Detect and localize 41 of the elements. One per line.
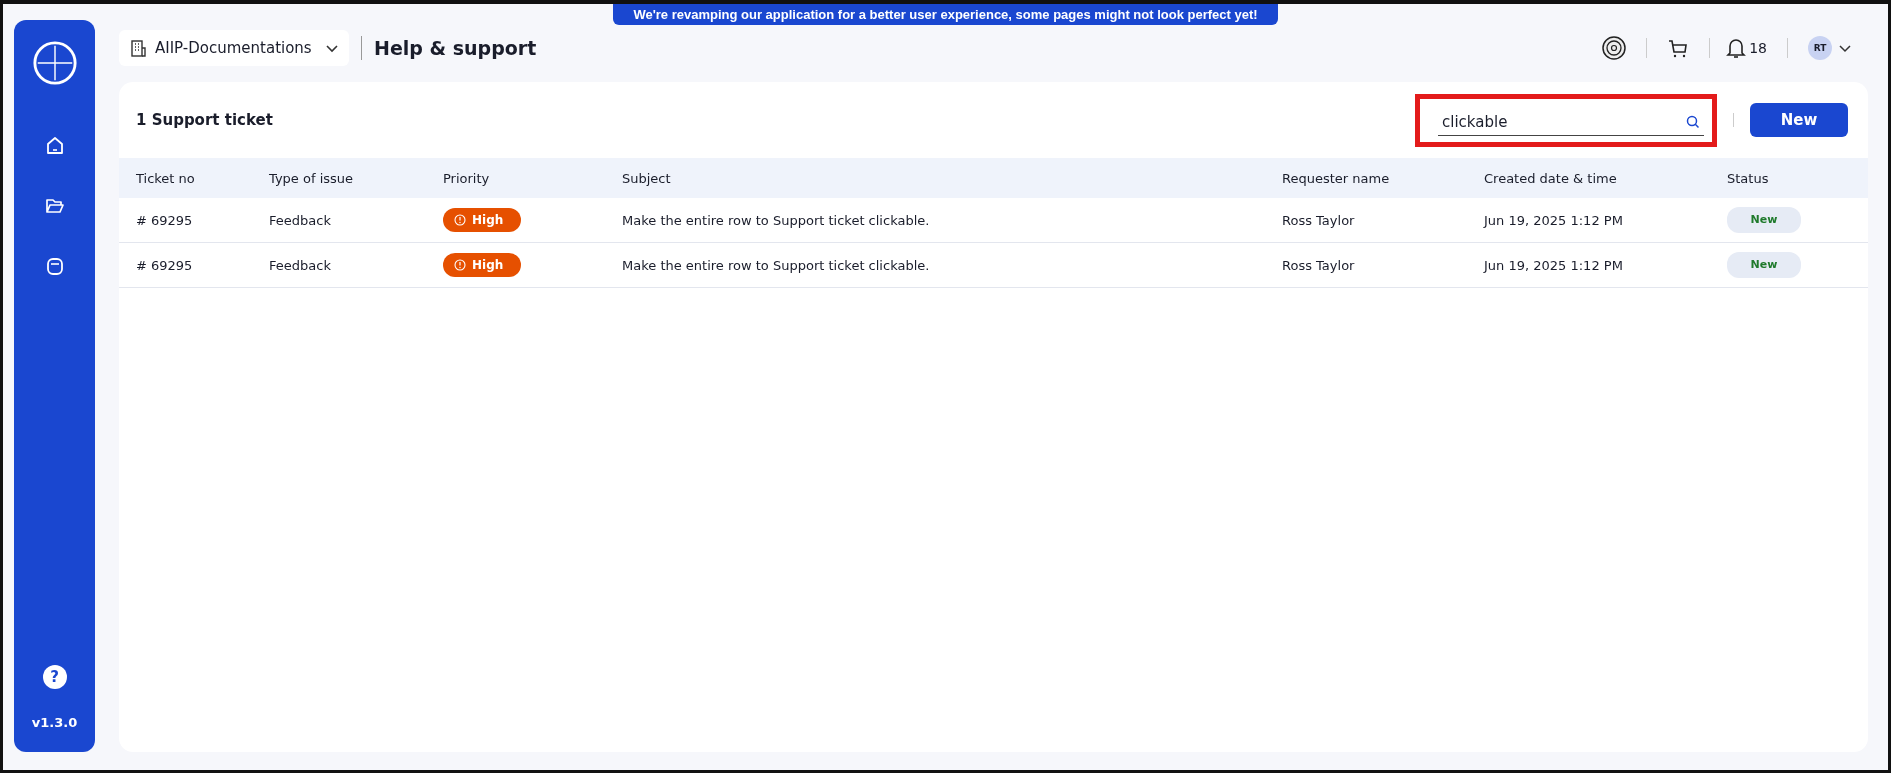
table-cell: Feedback xyxy=(269,257,331,273)
priority-badge: High xyxy=(443,208,521,232)
announcement-banner: We're revamping our application for a better user experience, some pages might not look perfect yet! xyxy=(613,4,1278,25)
search-field[interactable]: clickable xyxy=(1438,110,1704,136)
version-label: v1.3.0 xyxy=(31,715,78,730)
table-cell: Jun 19, 2025 1:12 PM xyxy=(1484,212,1623,228)
user-avatar[interactable]: RT xyxy=(1808,36,1832,60)
priority-badge: High xyxy=(443,253,521,277)
column-header: Created date & time xyxy=(1484,170,1617,186)
ticket-count-heading: 1 Support ticket xyxy=(136,111,273,129)
table-cell: # 69295 xyxy=(136,257,193,273)
building-icon xyxy=(129,39,147,57)
column-header: Ticket no xyxy=(136,170,195,186)
column-header: Status xyxy=(1727,170,1769,186)
workspace-dropdown[interactable]: AIIP-Documentations xyxy=(119,30,349,66)
column-header: Subject xyxy=(622,170,671,186)
table-cell: Ross Taylor xyxy=(1282,257,1355,273)
column-header: Type of issue xyxy=(269,170,354,186)
status-badge: New xyxy=(1727,252,1801,278)
notification-count: 18 xyxy=(1749,40,1767,56)
bell-icon[interactable] xyxy=(1726,37,1747,59)
table-cell: Make the entire row to Support ticket clickable. xyxy=(622,212,930,228)
table-cell: Ross Taylor xyxy=(1282,212,1355,228)
column-header: Priority xyxy=(443,170,490,186)
folder-icon[interactable] xyxy=(44,196,65,216)
home-icon[interactable] xyxy=(44,136,65,156)
cross-logo-icon[interactable] xyxy=(31,40,78,86)
search-icon[interactable] xyxy=(1686,114,1700,129)
table-cell: Make the entire row to Support ticket clickable. xyxy=(622,257,930,273)
status-badge: New xyxy=(1727,207,1801,233)
table-cell: Feedback xyxy=(269,212,331,228)
table-cell: # 69295 xyxy=(136,212,193,228)
alert-icon xyxy=(454,259,466,271)
bag-icon[interactable] xyxy=(44,256,65,276)
cart-icon[interactable] xyxy=(1667,37,1690,59)
new-button[interactable]: New xyxy=(1750,103,1848,137)
help-button[interactable]: ? xyxy=(42,665,67,689)
table-cell: Jun 19, 2025 1:12 PM xyxy=(1484,257,1623,273)
column-header: Requester name xyxy=(1282,170,1390,186)
page-title: Help & support xyxy=(374,37,537,59)
alert-icon xyxy=(454,214,466,226)
